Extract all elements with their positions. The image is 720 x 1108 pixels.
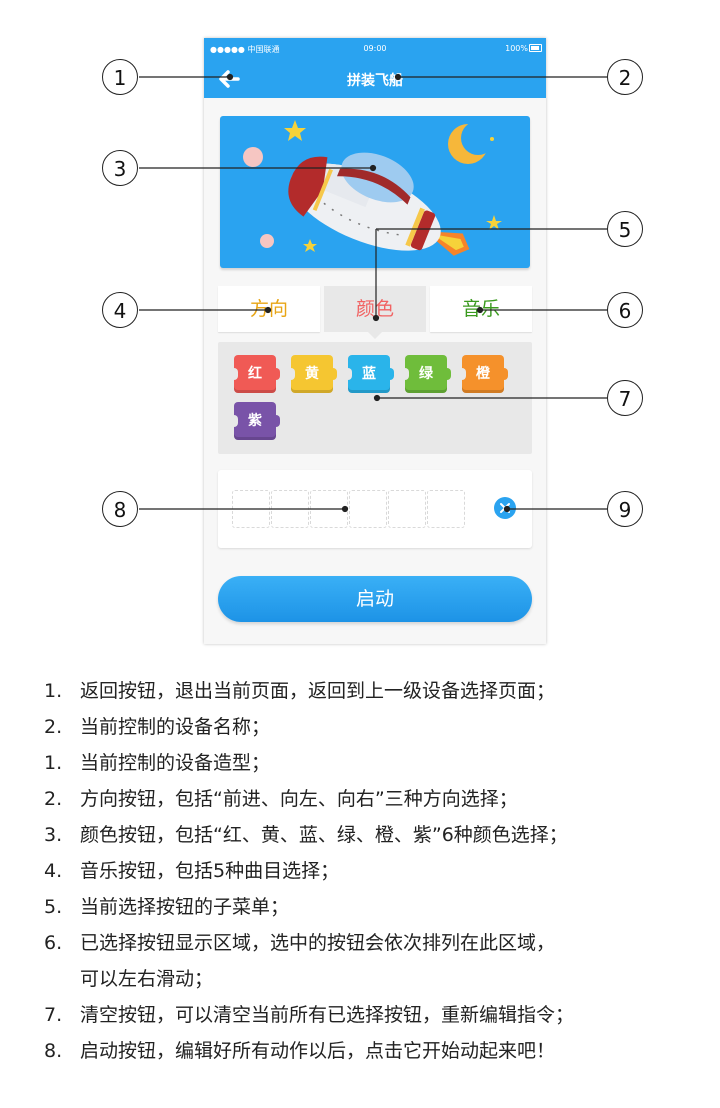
note-item: 5. 当前选择按钮的子菜单； — [44, 896, 290, 918]
spaceship-image — [243, 120, 502, 256]
tab-music[interactable]: 音乐 — [430, 286, 532, 332]
callout-7: 7 — [607, 380, 643, 416]
close-icon — [500, 503, 510, 513]
empty-slot — [310, 490, 348, 528]
note-item: 2. 方向按钮，包括“前进、向左、向右”三种方向选择； — [44, 788, 518, 810]
callout-4: 4 — [102, 292, 138, 328]
callout-9: 9 — [607, 491, 643, 527]
callout-6: 6 — [607, 292, 643, 328]
empty-slot — [349, 490, 387, 528]
color-submenu: 红 黄 蓝 绿 橙 紫 — [218, 342, 532, 454]
note-item: 2. 当前控制的设备名称； — [44, 716, 271, 738]
category-tabs: 方向 颜色 音乐 — [218, 286, 532, 332]
note-item: 7. 清空按钮，可以清空当前所有已选择按钮，重新编辑指令； — [44, 1004, 575, 1026]
tab-color[interactable]: 颜色 — [324, 286, 426, 332]
callout-1: 1 — [102, 59, 138, 95]
callout-2: 2 — [607, 59, 643, 95]
color-block-green[interactable]: 绿 — [401, 355, 451, 393]
device-title: 拼装飞船 — [347, 73, 403, 89]
note-item: 3. 颜色按钮，包括“红、黄、蓝、绿、橙、紫”6种颜色选择； — [44, 824, 568, 846]
device-illustration — [220, 116, 530, 268]
note-item: 1. 当前控制的设备造型； — [44, 752, 271, 774]
active-tab-pointer — [366, 330, 384, 339]
phone-screen: ●●●●● 中国联通 09:00 100% 拼装飞船 方向 颜色 音乐 红 黄 … — [204, 38, 546, 644]
start-button[interactable]: 启动 — [218, 576, 532, 622]
status-time: 09:00 — [363, 44, 387, 53]
nav-bar: 拼装飞船 — [204, 60, 546, 98]
color-block-orange[interactable]: 橙 — [458, 355, 508, 393]
color-block-red[interactable]: 红 — [230, 355, 280, 393]
battery-percent: 100% — [505, 44, 528, 53]
note-item: 8. 启动按钮，编辑好所有动作以后，点击它开始动起来吧！ — [44, 1040, 556, 1062]
note-item: 4. 音乐按钮，包括5种曲目选择； — [44, 860, 340, 882]
clear-button[interactable] — [494, 497, 516, 519]
color-block-blue[interactable]: 蓝 — [344, 355, 394, 393]
empty-slot — [427, 490, 465, 528]
selected-blocks-area[interactable] — [218, 470, 532, 548]
battery-icon — [529, 44, 542, 52]
tab-direction[interactable]: 方向 — [218, 286, 320, 332]
empty-slot — [388, 490, 426, 528]
note-item: 1. 返回按钮，退出当前页面，返回到上一级设备选择页面； — [44, 680, 556, 702]
note-item: 可以左右滑动； — [80, 968, 214, 990]
color-block-purple[interactable]: 紫 — [230, 402, 280, 440]
callout-5: 5 — [607, 211, 643, 247]
callout-8: 8 — [102, 491, 138, 527]
note-item: 6. 已选择按钮显示区域，选中的按钮会依次排列在此区域， — [44, 932, 556, 954]
status-bar: ●●●●● 中国联通 09:00 100% — [204, 38, 546, 60]
color-block-yellow[interactable]: 黄 — [287, 355, 337, 393]
empty-slot — [232, 490, 270, 528]
empty-slot — [271, 490, 309, 528]
callout-3: 3 — [102, 150, 138, 186]
